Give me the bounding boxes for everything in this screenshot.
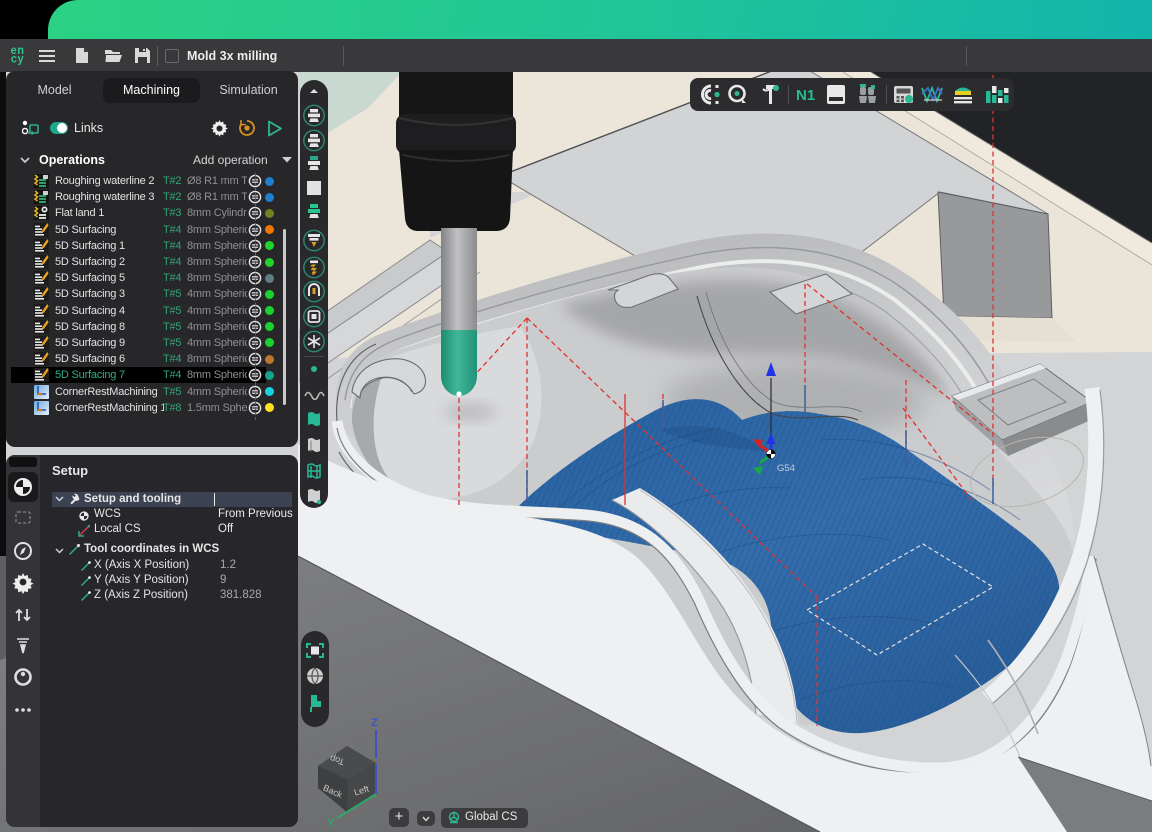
svg-text:Z: Z [371,717,378,729]
svg-text:G54: G54 [777,463,795,474]
svg-text:N1: N1 [796,87,815,104]
svg-text:Y: Y [327,817,335,829]
